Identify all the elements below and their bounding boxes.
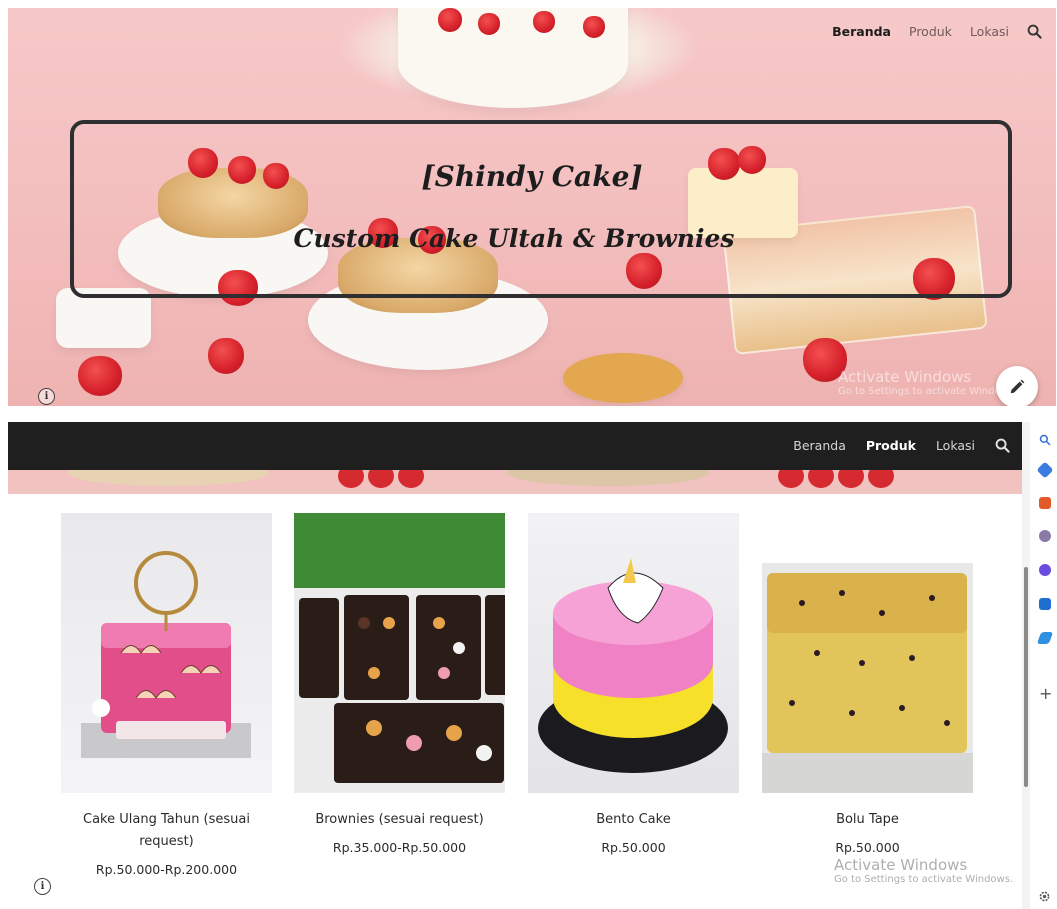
strawberry <box>583 16 605 38</box>
strawberry <box>778 470 804 488</box>
copilot-icon[interactable] <box>1039 564 1051 576</box>
strawberry <box>868 470 894 488</box>
title-frame <box>70 120 1012 298</box>
plus-icon[interactable]: + <box>1039 684 1052 703</box>
product-image-bento-cake[interactable] <box>528 513 739 793</box>
product-image-birthday-cake[interactable] <box>61 513 272 793</box>
activate-windows-watermark: Activate Windows Go to Settings to activ… <box>838 368 1017 397</box>
product-price: Rp.50.000 <box>601 840 666 855</box>
activate-windows-watermark: Activate Windows Go to Settings to activ… <box>834 856 1013 885</box>
info-icon[interactable]: i <box>38 388 55 405</box>
send-icon[interactable] <box>1036 632 1054 644</box>
product-name: Bolu Tape <box>836 812 899 827</box>
shopping-bag-icon[interactable] <box>1039 497 1051 509</box>
banner-strip-image <box>8 470 1024 494</box>
nav-lokasi[interactable]: Lokasi <box>970 24 1009 39</box>
strawberry <box>398 470 424 488</box>
search-icon[interactable] <box>995 438 1010 453</box>
tag-icon[interactable] <box>1036 461 1054 479</box>
watermark-line-1: Activate Windows <box>838 368 972 386</box>
scrollbar-thumb[interactable] <box>1024 567 1028 787</box>
product-image-bolu-tape[interactable] <box>762 513 973 793</box>
strawberry <box>478 13 500 35</box>
product-price: Rp.35.000-Rp.50.000 <box>332 840 467 855</box>
hero-nav: Beranda Produk Lokasi <box>832 24 1042 39</box>
product-name: Brownies (sesuai request) <box>315 812 484 827</box>
strawberry <box>338 470 364 488</box>
wood-board <box>563 353 683 403</box>
bolu-tape-illustration <box>762 563 973 793</box>
brownies-illustration <box>294 513 505 793</box>
product-grid: Cake Ulang Tahun (sesuai request) Rp.50.… <box>8 494 1024 909</box>
strawberry <box>78 356 122 396</box>
product-name: Bento Cake <box>596 812 671 827</box>
product-image-brownies[interactable] <box>294 513 505 793</box>
hero-title: [Shindy Cake] <box>421 160 643 193</box>
info-icon[interactable]: i <box>34 878 51 895</box>
hero-banner: [Shindy Cake] Custom Cake Ultah & Browni… <box>8 8 1056 406</box>
edit-button[interactable] <box>996 366 1038 406</box>
strawberry <box>208 338 244 374</box>
strawberry <box>533 11 555 33</box>
pencil-icon <box>1010 379 1025 394</box>
tart-edge <box>68 470 268 486</box>
hero-subtitle: Custom Cake Ultah & Brownies <box>293 224 735 253</box>
people-icon[interactable] <box>1039 530 1051 542</box>
nav-beranda[interactable]: Beranda <box>793 438 846 453</box>
products-section: Beranda Produk Lokasi Cake Ulang Tahun (… <box>0 422 1057 909</box>
strawberry <box>368 470 394 488</box>
tart-edge <box>508 470 708 486</box>
product-card[interactable]: Brownies (sesuai request) Rp.35.000-Rp.5… <box>294 513 505 855</box>
strawberry <box>438 8 462 32</box>
strawberry <box>838 470 864 488</box>
nav-lokasi[interactable]: Lokasi <box>936 438 975 453</box>
watermark-line-1: Activate Windows <box>834 856 968 874</box>
search-icon[interactable] <box>1039 434 1051 446</box>
watermark-line-2: Go to Settings to activate Windows. <box>834 874 1014 885</box>
gear-icon[interactable] <box>1038 890 1051 903</box>
nav-produk[interactable]: Produk <box>866 438 916 453</box>
outlook-icon[interactable] <box>1039 598 1051 610</box>
strawberry <box>808 470 834 488</box>
nav-produk[interactable]: Produk <box>909 24 952 39</box>
product-price: Rp.50.000-Rp.200.000 <box>95 862 238 877</box>
search-icon[interactable] <box>1027 24 1042 39</box>
product-card[interactable]: Cake Ulang Tahun (sesuai request) Rp.50.… <box>61 513 272 877</box>
product-price: Rp.50.000 <box>835 840 900 855</box>
bento-cake-illustration <box>538 558 728 773</box>
product-card[interactable]: Bento Cake Rp.50.000 <box>528 513 739 855</box>
birthday-cake-illustration <box>81 551 251 758</box>
product-card[interactable]: Bolu Tape Rp.50.000 <box>762 513 973 855</box>
nav-beranda[interactable]: Beranda <box>832 24 891 39</box>
browser-sidebar: + <box>1030 422 1057 909</box>
navbar-links: Beranda Produk Lokasi <box>793 438 1010 453</box>
product-name: Cake Ulang Tahun (sesuai request) <box>83 812 250 849</box>
sticky-navbar: Beranda Produk Lokasi <box>8 422 1024 470</box>
watermark-line-2: Go to Settings to activate Windows. <box>838 386 1018 397</box>
